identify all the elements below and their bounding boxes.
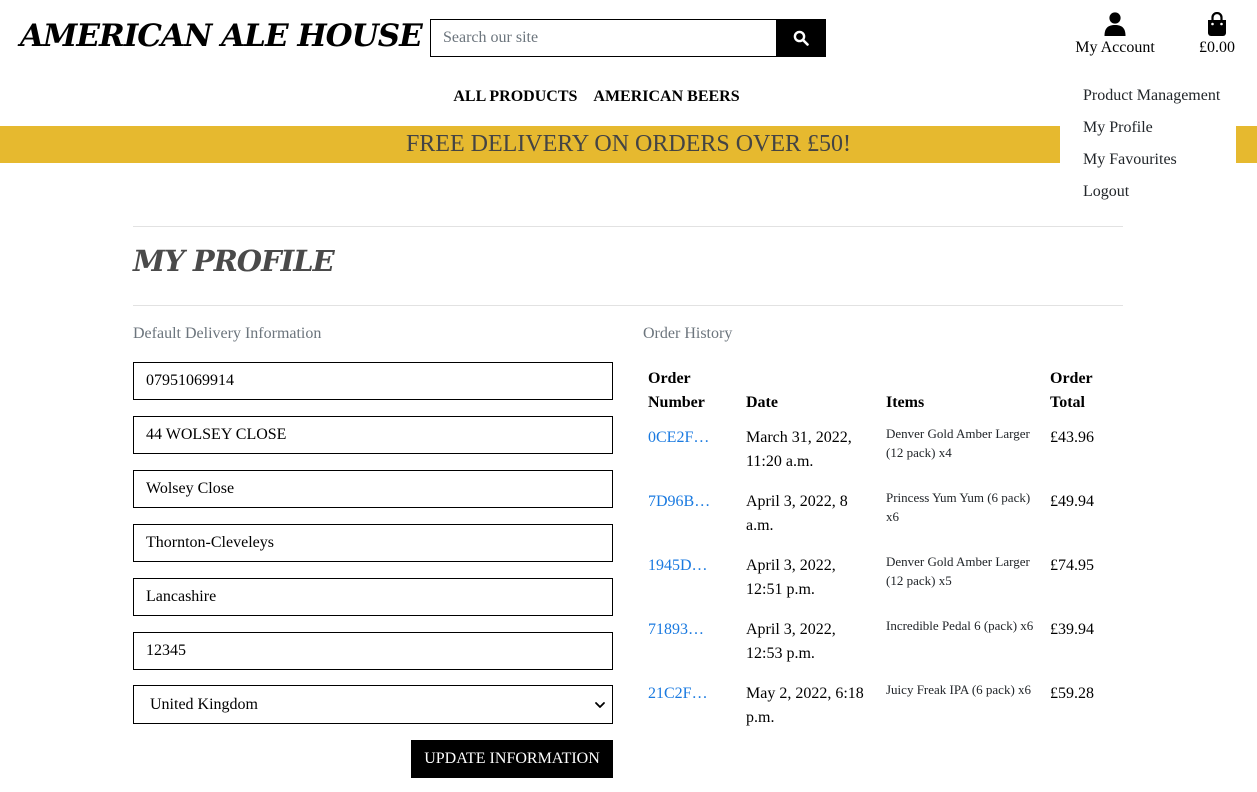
table-row: 7D96B… April 3, 2022, 8 a.m. Princess Yu… [643,485,1123,549]
phone-number-field[interactable] [133,362,613,400]
country-selected-value: United Kingdom [150,695,258,713]
table-row: 71893… April 3, 2022, 12:53 p.m. Incredi… [643,613,1123,677]
account-dropdown-menu: Product Management My Profile My Favouri… [1060,78,1236,213]
order-number-link[interactable]: 0CE2F… [648,429,709,446]
postcode-field[interactable] [133,632,613,670]
shopping-bag-link[interactable]: £0.00 [1192,10,1242,57]
site-logo[interactable]: AMERICAN ALE HOUSE [20,18,423,54]
nav-american-beers[interactable]: AMERICAN BEERS [593,88,739,106]
table-row: 1945D… April 3, 2022, 12:51 p.m. Denver … [643,549,1123,613]
order-number-link[interactable]: 7D96B… [648,493,710,510]
street-address1-field[interactable] [133,416,613,454]
menu-my-favourites[interactable]: My Favourites [1083,150,1236,182]
order-date: April 3, 2022, 12:53 p.m. [746,621,836,662]
page-title: MY PROFILE [133,244,335,278]
menu-logout[interactable]: Logout [1083,182,1236,214]
country-select[interactable]: United Kingdom [133,685,613,724]
header-order-total: Order Total [1050,370,1093,411]
order-total: £59.28 [1050,685,1094,702]
menu-my-profile[interactable]: My Profile [1083,118,1236,150]
order-date: May 2, 2022, 6:18 p.m. [746,685,864,726]
order-date: March 31, 2022, 11:20 a.m. [746,429,852,470]
bag-total: £0.00 [1199,39,1235,56]
order-number-link[interactable]: 71893… [648,621,704,638]
table-header-row: Order Number Date Items Order Total [643,362,1123,421]
order-items: Princess Yum Yum (6 pack) x6 [886,490,1031,524]
my-account-label: My Account [1075,39,1155,56]
order-items: Denver Gold Amber Larger (12 pack) x4 [886,426,1030,460]
divider-top [133,226,1123,227]
order-date: April 3, 2022, 8 a.m. [746,493,848,534]
header-items: Items [886,394,925,411]
order-items: Denver Gold Amber Larger (12 pack) x5 [886,554,1030,588]
nav-all-products[interactable]: ALL PRODUCTS [453,88,577,106]
order-date: April 3, 2022, 12:51 p.m. [746,557,836,598]
chevron-down-icon [595,701,605,708]
my-account-link[interactable]: My Account [1070,10,1160,57]
order-items: Incredible Pedal 6 (pack) x6 [886,618,1034,633]
order-number-link[interactable]: 1945D… [648,557,708,574]
header-order-number: Order Number [648,370,705,411]
delivery-info-label: Default Delivery Information [133,325,322,342]
search-button[interactable] [776,19,826,57]
order-total: £49.94 [1050,493,1094,510]
street-address2-field[interactable] [133,470,613,508]
order-total: £43.96 [1050,429,1094,446]
county-field[interactable] [133,578,613,616]
table-row: 21C2F… May 2, 2022, 6:18 p.m. Juicy Frea… [643,677,1123,741]
order-history-label: Order History [643,325,733,342]
search-form [430,19,826,57]
shopping-bag-icon [1208,12,1226,36]
table-row: 0CE2F… March 31, 2022, 11:20 a.m. Denver… [643,421,1123,485]
order-history-table: Order Number Date Items Order Total 0CE2… [643,362,1123,741]
order-total: £39.94 [1050,621,1094,638]
order-number-link[interactable]: 21C2F… [648,685,708,702]
menu-product-management[interactable]: Product Management [1083,86,1236,118]
header-date: Date [746,394,778,411]
user-icon [1104,12,1126,36]
search-input[interactable] [430,19,776,57]
order-total: £74.95 [1050,557,1094,574]
order-items: Juicy Freak IPA (6 pack) x6 [886,682,1032,697]
update-information-button[interactable]: UPDATE INFORMATION [411,740,613,778]
town-city-field[interactable] [133,524,613,562]
divider-bottom [133,305,1123,306]
search-icon [793,30,809,46]
